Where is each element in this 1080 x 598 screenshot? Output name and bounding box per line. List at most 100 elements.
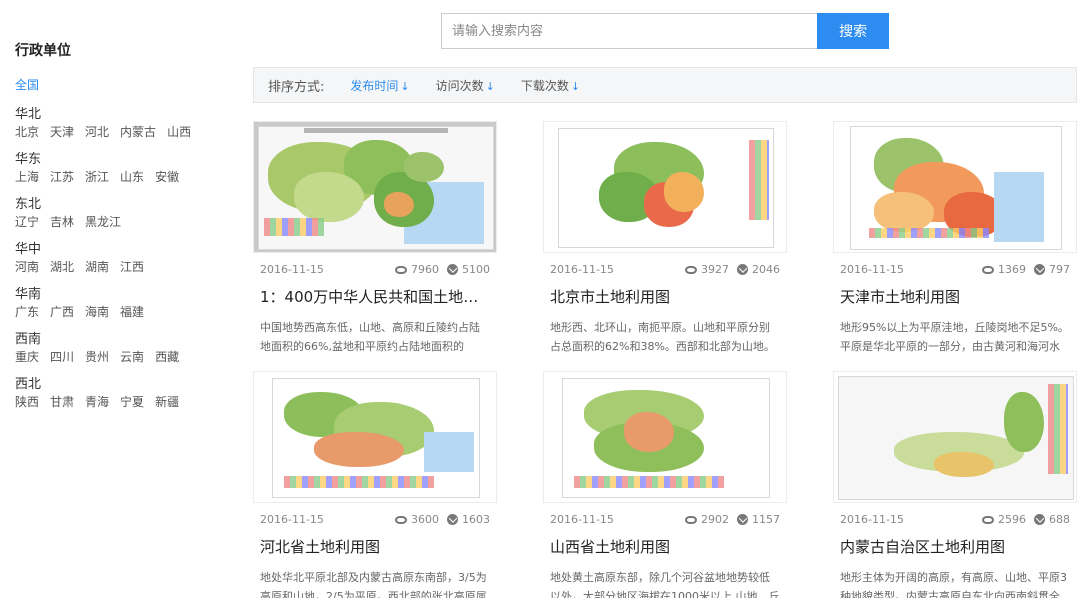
region-name[interactable]: 华北	[15, 107, 235, 123]
province-link[interactable]: 广东	[15, 305, 39, 319]
province-link[interactable]: 吉林	[50, 215, 74, 229]
download-count: 797	[1049, 263, 1070, 276]
region-name[interactable]: 华东	[15, 152, 235, 168]
province-link[interactable]: 甘肃	[50, 395, 74, 409]
eye-icon	[395, 515, 407, 524]
province-link[interactable]: 河北	[85, 125, 109, 139]
map-thumbnail[interactable]	[543, 371, 787, 503]
view-count: 3600	[411, 513, 439, 526]
region-group: 华东上海 江苏 浙江 山东 安徽	[15, 152, 235, 185]
province-link[interactable]: 黑龙江	[85, 215, 121, 229]
sort-option-label: 发布时间	[350, 78, 399, 93]
province-link[interactable]: 山东	[120, 170, 144, 184]
download-icon	[1034, 514, 1045, 525]
map-thumbnail[interactable]	[833, 121, 1077, 253]
province-link[interactable]: 云南	[120, 350, 144, 364]
arrow-down-icon: ↓	[570, 79, 581, 93]
map-card[interactable]: 2016-11-15 3600 1603 河北省土地利用图 地处华北平原北部及内…	[253, 371, 497, 598]
province-link[interactable]: 湖北	[50, 260, 74, 274]
region-name[interactable]: 华南	[15, 287, 235, 303]
card-title[interactable]: 天津市土地利用图	[833, 286, 1077, 307]
download-icon	[737, 264, 748, 275]
download-icon	[447, 264, 458, 275]
eye-icon	[982, 265, 994, 274]
publish-date: 2016-11-15	[260, 263, 324, 276]
download-count: 1603	[462, 513, 490, 526]
search-input[interactable]	[441, 13, 818, 49]
sort-label: 排序方式:	[268, 79, 325, 95]
region-items: 北京 天津 河北 内蒙古 山西	[15, 124, 235, 140]
province-link[interactable]: 内蒙古	[120, 125, 156, 139]
region-group: 西南 重庆 四川 贵州 云南 西藏	[15, 332, 235, 365]
province-link[interactable]: 北京	[15, 125, 39, 139]
region-items: 河南 湖北 湖南 江西	[15, 259, 235, 275]
map-card[interactable]: 2016-11-15 7960 5100 1：400万中华人民共和国土地利...…	[253, 121, 497, 356]
region-group: 东北辽宁 吉林 黑龙江	[15, 197, 235, 230]
map-thumbnail[interactable]	[543, 121, 787, 253]
region-name[interactable]: 西南	[15, 332, 235, 348]
province-link[interactable]: 青海	[85, 395, 109, 409]
province-link[interactable]: 新疆	[155, 395, 179, 409]
map-card[interactable]: 2016-11-15 1369 797 天津市土地利用图 地形95%以上为平原洼…	[833, 121, 1077, 356]
sort-by-visits[interactable]: 访问次数 ↓	[436, 77, 495, 94]
region-name[interactable]: 华中	[15, 242, 235, 258]
card-description: 地形95%以上为平原洼地，丘陵岗地不足5%。平原是华北平原的一部分，由古黄河和海…	[840, 321, 1069, 353]
arrow-down-icon: ↓	[485, 79, 495, 93]
province-link[interactable]: 安徽	[155, 170, 179, 184]
province-link[interactable]: 重庆	[15, 350, 39, 364]
province-link[interactable]: 上海	[15, 170, 39, 184]
download-icon	[447, 514, 458, 525]
map-thumbnail[interactable]	[253, 371, 497, 503]
publish-date: 2016-11-15	[550, 513, 614, 526]
province-link[interactable]: 陕西	[15, 395, 39, 409]
card-title[interactable]: 1：400万中华人民共和国土地利...	[253, 286, 497, 307]
sidebar-item-all[interactable]: 全国	[15, 76, 39, 93]
admin-unit-sidebar: 行政单位 全国 华北 北京 天津 河北 内蒙古 山西 华东 上海 江苏 浙江 山东 安徽 东北 辽宁 吉林黑…	[15, 40, 235, 422]
province-link[interactable]: 浙江	[85, 170, 109, 184]
eye-icon	[685, 515, 697, 524]
province-link[interactable]: 湖南	[85, 260, 109, 274]
province-link[interactable]: 贵州	[85, 350, 109, 364]
province-link[interactable]: 河南	[15, 260, 39, 274]
download-icon	[1034, 264, 1045, 275]
card-stats: 2902 1157	[677, 513, 780, 526]
card-stats: 2596 688	[974, 513, 1070, 526]
province-link[interactable]: 辽宁	[15, 215, 39, 229]
region-group: 华中 河南 湖北 湖南 江西	[15, 242, 235, 275]
region-items: 重庆 四川 贵州 云南 西藏	[15, 349, 235, 365]
map-thumbnail[interactable]	[833, 371, 1077, 503]
eye-icon	[982, 515, 994, 524]
search-button[interactable]: 搜索	[817, 13, 889, 49]
map-card[interactable]: 2016-11-15 2902 1157 山西省土地利用图 地处黄土高原东部，除…	[543, 371, 787, 598]
map-card[interactable]: 2016-11-15 2596 688 内蒙古自治区土地利用图 地形主体为开阔的…	[833, 371, 1077, 598]
card-title[interactable]: 山西省土地利用图	[543, 536, 787, 557]
province-link[interactable]: 宁夏	[120, 395, 144, 409]
sort-bar: 排序方式: 发布时间 ↓ 访问次数 ↓ 下载次数 ↓	[253, 67, 1077, 103]
sort-by-publish-time[interactable]: 发布时间 ↓	[350, 77, 409, 94]
province-link[interactable]: 江苏	[50, 170, 74, 184]
card-title[interactable]: 北京市土地利用图	[543, 286, 787, 307]
region-name[interactable]: 西北	[15, 377, 235, 393]
region-name[interactable]: 东北	[15, 197, 235, 213]
province-link[interactable]: 海南	[85, 305, 109, 319]
region-group: 华北 北京 天津 河北 内蒙古 山西	[15, 107, 235, 140]
province-link[interactable]: 天津	[50, 125, 74, 139]
map-thumbnail[interactable]	[253, 121, 497, 253]
publish-date: 2016-11-15	[840, 513, 904, 526]
view-count: 7960	[411, 263, 439, 276]
download-icon	[737, 514, 748, 525]
card-meta: 2016-11-15 3927 2046	[543, 263, 787, 276]
province-link[interactable]: 西藏	[155, 350, 179, 364]
download-count: 5100	[462, 263, 490, 276]
map-card[interactable]: 2016-11-15 3927 2046 北京市土地利用图 地形西、北环山，南扼…	[543, 121, 787, 356]
card-title[interactable]: 河北省土地利用图	[253, 536, 497, 557]
province-link[interactable]: 江西	[120, 260, 144, 274]
province-link[interactable]: 广西	[50, 305, 74, 319]
province-link[interactable]: 福建	[120, 305, 144, 319]
province-link[interactable]: 山西	[167, 125, 191, 139]
view-count: 2596	[998, 513, 1026, 526]
card-title[interactable]: 内蒙古自治区土地利用图	[833, 536, 1077, 557]
sort-by-downloads[interactable]: 下载次数 ↓	[521, 77, 580, 94]
province-link[interactable]: 四川	[50, 350, 74, 364]
card-meta: 2016-11-15 3600 1603	[253, 513, 497, 526]
